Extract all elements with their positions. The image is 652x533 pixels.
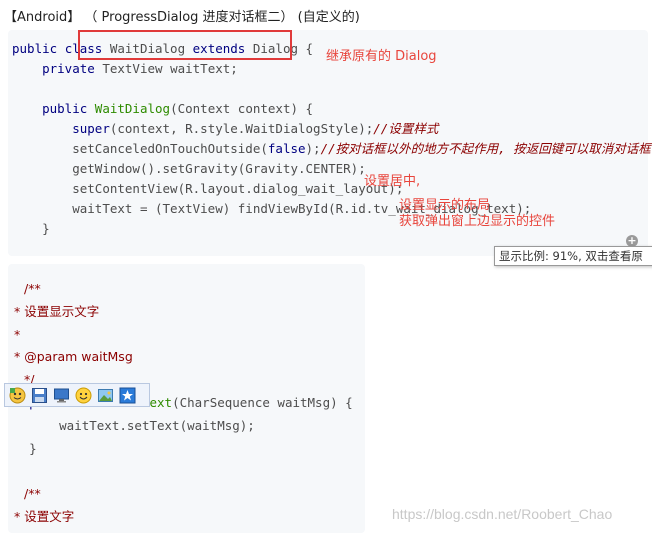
code-comment: /** <box>24 486 41 502</box>
code-token: super <box>72 121 110 136</box>
code-comment: * 设置文字 <box>14 508 75 524</box>
code-token: setCanceledOnTouchOutside( <box>72 141 268 156</box>
code-token: false <box>267 141 306 156</box>
annotation-control: 获取弹出窗上边显示的控件 <box>399 214 556 229</box>
image-toolbar <box>4 383 150 407</box>
star-icon[interactable] <box>118 386 137 405</box>
page-title: 【Android】 （ ProgressDialog 进度对话框二） (自定义的… <box>4 10 360 25</box>
emoticon-icon[interactable] <box>8 386 27 405</box>
code-line: setContentView(R.layout.dialog_wait_layo… <box>72 181 404 196</box>
code-token: (CharSequence waitMsg) { <box>172 394 353 410</box>
annotation-inherit: 继承原有的 Dialog <box>326 49 437 64</box>
code-comment: * <box>14 326 21 342</box>
save-icon[interactable] <box>30 386 49 405</box>
annotation-center: 设置居中, <box>364 174 421 189</box>
code-token: { <box>305 41 314 56</box>
watermark: https://blog.csdn.net/Roobert_Chao <box>392 506 613 522</box>
code-line: } <box>42 221 50 236</box>
code-line: getWindow().setGravity(Gravity.CENTER); <box>72 161 366 176</box>
code-token: WaitDialog <box>94 101 171 116</box>
code-token: public <box>12 41 65 56</box>
code-comment: * @param waitMsg <box>14 349 133 365</box>
code-token: ); <box>305 141 321 156</box>
zoom-tooltip: 显示比例: 91%, 双击查看原 <box>494 246 652 266</box>
smiley-icon[interactable] <box>74 386 93 405</box>
code-comment: //设置样式 <box>373 121 439 136</box>
code-token: TextView <box>102 61 171 76</box>
screen-icon[interactable] <box>52 386 71 405</box>
code-token: (context, R.style.WaitDialogStyle); <box>109 121 374 136</box>
code-block-1-text: public class WaitDialog extends Dialog {… <box>12 39 651 239</box>
code-comment: * 设置显示文字 <box>14 303 100 319</box>
code-token: private <box>42 61 103 76</box>
code-comment: /** <box>24 281 41 296</box>
code-line: waitText.setText(waitMsg); <box>59 417 255 433</box>
code-token: waitText; <box>170 61 238 76</box>
image-icon[interactable] <box>96 386 115 405</box>
code-line: } <box>29 440 37 456</box>
code-token: (Context context) { <box>170 101 314 116</box>
highlight-box <box>78 30 292 60</box>
code-token: public <box>42 101 95 116</box>
code-comment: //按对话框以外的地方不起作用, 按返回键可以取消对话框 <box>320 141 651 156</box>
